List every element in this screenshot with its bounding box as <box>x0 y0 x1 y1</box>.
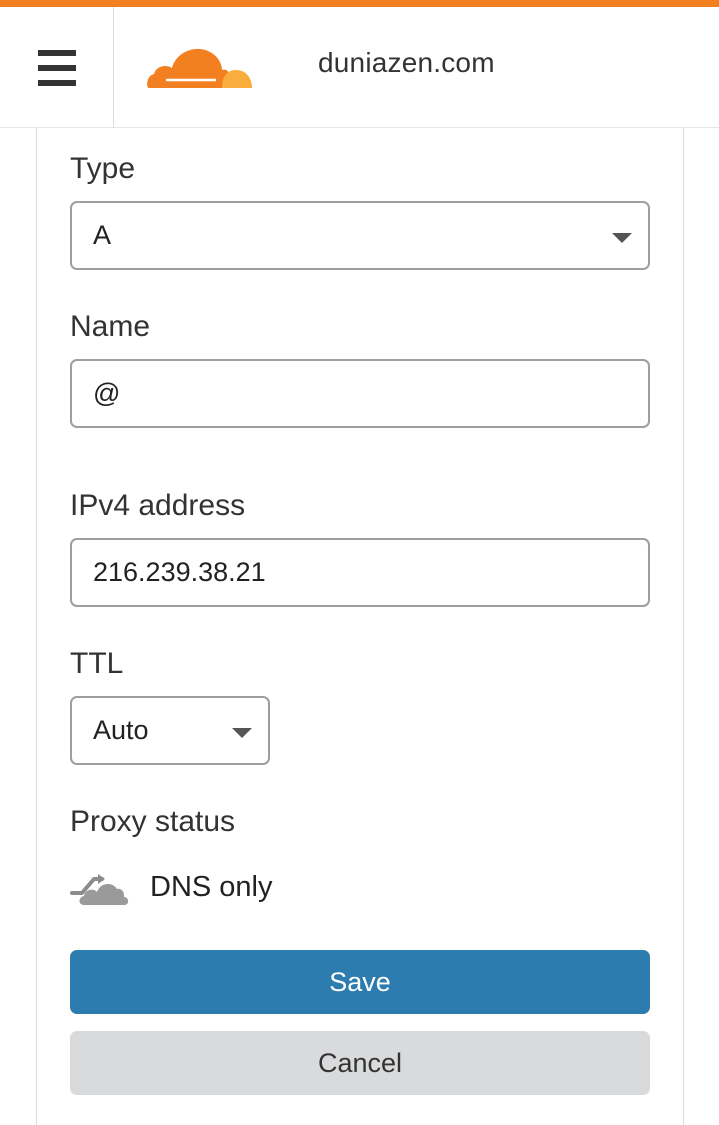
ttl-select-value: Auto <box>93 715 149 745</box>
chevron-down-icon <box>232 728 252 738</box>
proxy-status-value: DNS only <box>150 870 273 903</box>
dns-only-cloud-icon <box>70 874 129 905</box>
cancel-button[interactable]: Cancel <box>70 1031 650 1095</box>
zone-domain: duniazen.com <box>318 47 495 78</box>
name-input-value: @ <box>93 378 121 408</box>
type-select-value: A <box>93 220 112 250</box>
name-input[interactable]: @ <box>70 359 650 428</box>
ipv4-input[interactable]: 216.239.38.21 <box>70 538 650 607</box>
hamburger-menu-icon <box>37 49 76 86</box>
ttl-label: TTL <box>70 647 124 680</box>
menu-button[interactable] <box>0 7 114 128</box>
proxy-status-label: Proxy status <box>70 805 236 838</box>
name-label: Name <box>70 310 151 343</box>
cloudflare-logo-icon[interactable] <box>146 40 254 90</box>
top-accent-bar <box>0 0 719 7</box>
type-label: Type <box>70 152 136 185</box>
ttl-select[interactable]: Auto <box>70 696 270 765</box>
ipv4-input-value: 216.239.38.21 <box>93 557 266 587</box>
chevron-down-icon <box>612 233 632 243</box>
save-button[interactable]: Save <box>70 950 650 1014</box>
header: duniazen.com <box>0 7 719 128</box>
type-select[interactable]: A <box>70 201 650 270</box>
ipv4-label: IPv4 address <box>70 489 246 522</box>
proxy-status-toggle[interactable]: DNS only <box>70 865 273 909</box>
